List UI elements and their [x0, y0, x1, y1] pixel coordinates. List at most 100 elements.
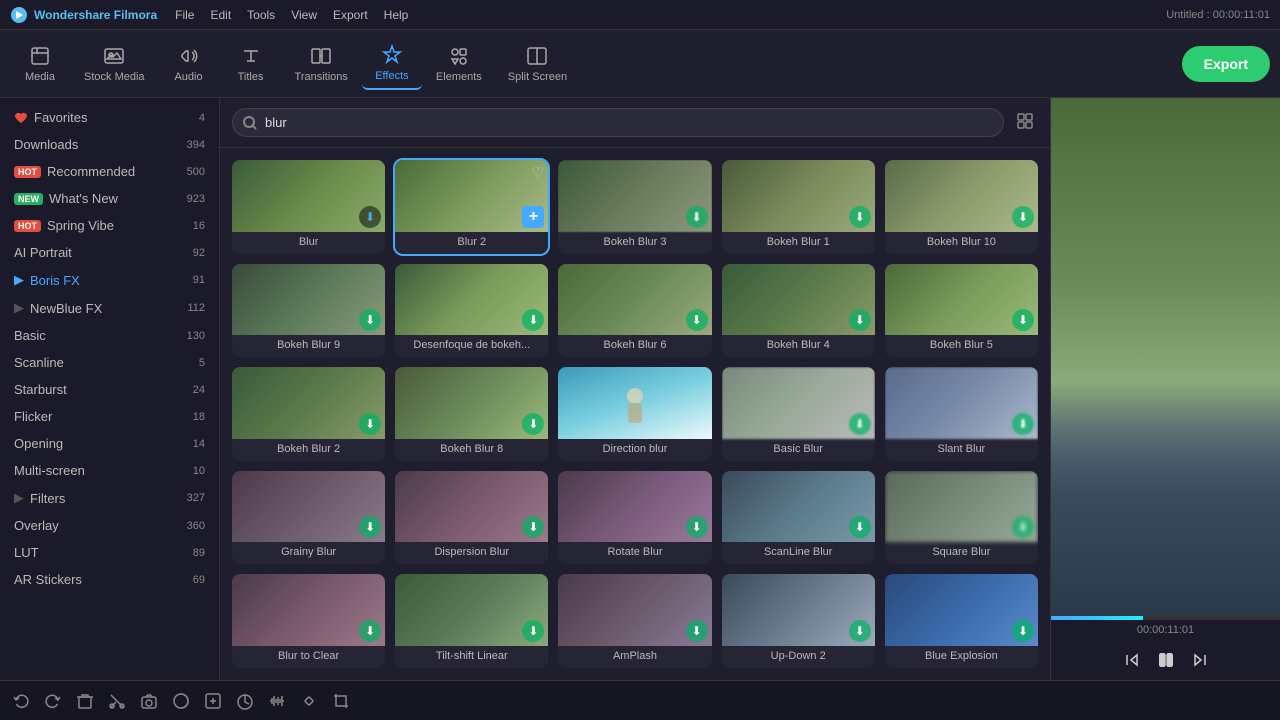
download-icon-blueexp: ⬇ — [1012, 620, 1034, 642]
effect-card-square[interactable]: ⬇ Square Blur — [885, 471, 1038, 565]
effect-card-scanline-blur[interactable]: ⬇ ScanLine Blur — [722, 471, 875, 565]
sidebar-item-boris[interactable]: ▶ Boris FX 91 — [0, 266, 219, 294]
tool-media[interactable]: Media — [10, 39, 70, 89]
effect-label-desenfoque: Desenfoque de bokeh... — [409, 335, 534, 357]
effect-card-blur[interactable]: ⬇ Blur — [232, 160, 385, 254]
effect-card-bokeh9[interactable]: ⬇ Bokeh Blur 9 — [232, 264, 385, 358]
sidebar-ar-label: AR Stickers — [14, 572, 82, 587]
effect-card-amplash[interactable]: ⬇ AmPlash — [558, 574, 711, 668]
zoom-fit-icon[interactable] — [204, 692, 222, 710]
sidebar-opening-label: Opening — [14, 436, 63, 451]
sidebar-item-basic[interactable]: Basic 130 — [0, 322, 219, 349]
sidebar-item-filters[interactable]: ▶ Filters 327 — [0, 484, 219, 512]
tool-transitions[interactable]: Transitions — [283, 39, 360, 89]
sidebar-item-recommended[interactable]: HOT Recommended 500 — [0, 158, 219, 185]
effect-card-blur2[interactable]: ♡ + Blur 2 — [395, 160, 548, 254]
sidebar-item-spring-vibe[interactable]: HOT Spring Vibe 16 — [0, 212, 219, 239]
menu-file[interactable]: File — [175, 8, 194, 22]
sidebar-item-ai-portrait[interactable]: AI Portrait 92 — [0, 239, 219, 266]
next-frame-icon[interactable] — [1191, 651, 1209, 669]
sidebar-item-ar-stickers[interactable]: AR Stickers 69 — [0, 566, 219, 593]
sidebar-item-flicker[interactable]: Flicker 18 — [0, 403, 219, 430]
prev-frame-icon[interactable] — [1123, 651, 1141, 669]
sidebar-item-favorites[interactable]: Favorites 4 — [0, 104, 219, 131]
download-icon-dispersion: ⬇ — [522, 516, 544, 538]
grid-icon — [1016, 112, 1034, 130]
effect-card-tiltshift[interactable]: ⬇ Tilt-shift Linear — [395, 574, 548, 668]
color-icon[interactable] — [172, 692, 190, 710]
sidebar-item-lut[interactable]: LUT 89 — [0, 539, 219, 566]
preview-time: 00:00:11:01 — [1051, 620, 1280, 640]
effect-card-bokeh5[interactable]: ⬇ Bokeh Blur 5 — [885, 264, 1038, 358]
add-icon-blur2[interactable]: + — [522, 206, 544, 228]
menu-items: File Edit Tools View Export Help — [175, 8, 408, 22]
effect-card-bokeh2[interactable]: ⬇ Bokeh Blur 2 — [232, 367, 385, 461]
download-icon-tiltshift: ⬇ — [522, 620, 544, 642]
export-button[interactable]: Export — [1182, 46, 1270, 82]
sidebar-recommended-label: Recommended — [47, 164, 135, 179]
sidebar-item-opening[interactable]: Opening 14 — [0, 430, 219, 457]
arrow-filters: ▶ — [14, 490, 24, 506]
effect-card-desenfoque[interactable]: ⬇ Desenfoque de bokeh... — [395, 264, 548, 358]
menu-tools[interactable]: Tools — [247, 8, 275, 22]
effect-label-blueexp: Blue Explosion — [921, 646, 1002, 668]
snapshot-icon[interactable] — [140, 692, 158, 710]
effect-card-bokeh4[interactable]: ⬇ Bokeh Blur 4 — [722, 264, 875, 358]
effect-card-blurtoclear[interactable]: ⬇ Blur to Clear — [232, 574, 385, 668]
sidebar-item-downloads[interactable]: Downloads 394 — [0, 131, 219, 158]
tool-split-screen[interactable]: Split Screen — [496, 39, 579, 89]
effect-card-bokeh1[interactable]: ⬇ Bokeh Blur 1 — [722, 160, 875, 254]
tool-split-label: Split Screen — [508, 71, 567, 83]
sidebar-item-overlay[interactable]: Overlay 360 — [0, 512, 219, 539]
effect-card-updown[interactable]: ⬇ Up-Down 2 — [722, 574, 875, 668]
sidebar-item-scanline[interactable]: Scanline 5 — [0, 349, 219, 376]
redo-icon[interactable] — [44, 692, 62, 710]
search-input[interactable] — [232, 108, 1004, 137]
effect-card-grainy[interactable]: ⬇ Grainy Blur — [232, 471, 385, 565]
tool-titles[interactable]: Titles — [221, 39, 281, 89]
sidebar-item-newblue[interactable]: ▶ NewBlue FX 112 — [0, 294, 219, 322]
undo-icon[interactable] — [12, 692, 30, 710]
effect-card-bokeh6[interactable]: ⬇ Bokeh Blur 6 — [558, 264, 711, 358]
effect-card-bokeh8[interactable]: ⬇ Bokeh Blur 8 — [395, 367, 548, 461]
cut-icon[interactable] — [108, 692, 126, 710]
effect-card-slant[interactable]: ⬇ Slant Blur — [885, 367, 1038, 461]
menu-view[interactable]: View — [291, 8, 317, 22]
effect-card-rotate[interactable]: ⬇ Rotate Blur — [558, 471, 711, 565]
menu-edit[interactable]: Edit — [210, 8, 231, 22]
crop-icon[interactable] — [332, 692, 350, 710]
play-icon[interactable] — [1155, 649, 1177, 671]
effect-label-bokeh2: Bokeh Blur 2 — [273, 439, 344, 461]
tool-stock-media[interactable]: Stock Media — [72, 39, 157, 89]
speed-icon[interactable] — [236, 692, 254, 710]
effect-card-dispersion[interactable]: ⬇ Dispersion Blur — [395, 471, 548, 565]
tool-elements[interactable]: Elements — [424, 39, 494, 89]
audio-wave-icon[interactable] — [268, 692, 286, 710]
sidebar-favorites-label: Favorites — [34, 110, 87, 125]
sidebar-item-multi-screen[interactable]: Multi-screen 10 — [0, 457, 219, 484]
sidebar-basic-label: Basic — [14, 328, 46, 343]
sidebar-filters-count: 327 — [187, 492, 205, 504]
download-icon-bokeh3: ⬇ — [686, 206, 708, 228]
tool-effects[interactable]: Effects — [362, 38, 422, 90]
menu-export[interactable]: Export — [333, 8, 368, 22]
sidebar-boris-label: Boris FX — [30, 273, 80, 288]
grid-view-button[interactable] — [1012, 108, 1038, 137]
stock-media-icon — [103, 45, 125, 67]
effect-card-direction[interactable]: Direction blur — [558, 367, 711, 461]
tool-audio[interactable]: Audio — [159, 39, 219, 89]
download-icon-bokeh10: ⬇ — [1012, 206, 1034, 228]
menu-help[interactable]: Help — [384, 8, 409, 22]
effect-card-blueexp[interactable]: ⬇ Blue Explosion — [885, 574, 1038, 668]
sidebar-item-whats-new[interactable]: NEW What's New 923 — [0, 185, 219, 212]
fav-icon-blur2[interactable]: ♡ — [532, 164, 545, 181]
sidebar-multi-count: 10 — [193, 465, 205, 477]
effect-card-bokeh3[interactable]: ⬇ Bokeh Blur 3 — [558, 160, 711, 254]
effect-card-bokeh10[interactable]: ⬇ Bokeh Blur 10 — [885, 160, 1038, 254]
delete-icon[interactable] — [76, 692, 94, 710]
effect-label-bokeh5: Bokeh Blur 5 — [926, 335, 997, 357]
effect-label-blur: Blur — [295, 232, 323, 254]
keyframe-icon[interactable] — [300, 692, 318, 710]
effect-card-basic-blur[interactable]: ⬇ Basic Blur — [722, 367, 875, 461]
sidebar-item-starburst[interactable]: Starburst 24 — [0, 376, 219, 403]
